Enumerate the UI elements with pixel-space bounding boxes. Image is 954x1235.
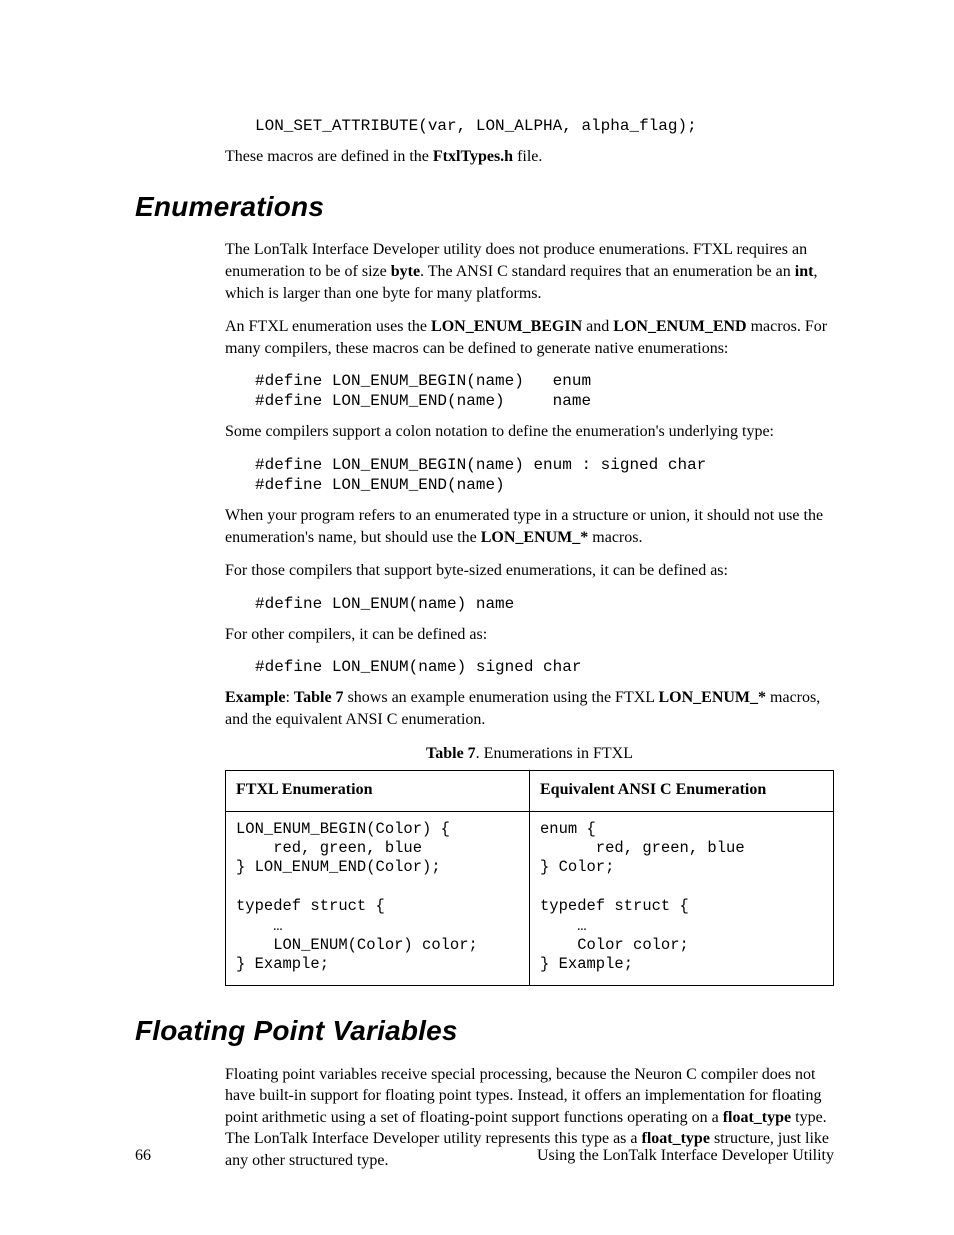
code-cell-ftxl: LON_ENUM_BEGIN(Color) { red, green, blue… — [236, 820, 519, 975]
filename-bold: FtxlTypes.h — [433, 148, 513, 165]
table-cell-ftxl: LON_ENUM_BEGIN(Color) { red, green, blue… — [226, 811, 530, 985]
heading-floating-point: Floating Point Variables — [135, 1012, 834, 1050]
section-enumerations-body: The LonTalk Interface Developer utility … — [225, 239, 834, 985]
keyword-byte: byte — [391, 263, 420, 280]
macro-name: LON_ENUM_* — [481, 529, 589, 546]
code-block-define2: #define LON_ENUM_BEGIN(name) enum : sign… — [255, 455, 834, 495]
table-header-ansic: Equivalent ANSI C Enumeration — [530, 771, 834, 812]
text: file. — [513, 148, 542, 165]
code-block-top: LON_SET_ATTRIBUTE(var, LON_ALPHA, alpha_… — [255, 116, 834, 136]
text: shows an example enumeration using the F… — [344, 689, 659, 706]
paragraph: Some compilers support a colon notation … — [225, 421, 834, 443]
table-reference: Table 7 — [294, 689, 344, 706]
footer-title: Using the LonTalk Interface Developer Ut… — [537, 1145, 834, 1167]
page-number: 66 — [135, 1145, 151, 1167]
paragraph: An FTXL enumeration uses the LON_ENUM_BE… — [225, 316, 834, 359]
example-label: Example — [225, 689, 285, 706]
page-footer: 66 Using the LonTalk Interface Developer… — [135, 1145, 834, 1167]
body-column: LON_SET_ATTRIBUTE(var, LON_ALPHA, alpha_… — [225, 116, 834, 168]
table-cell-ansic: enum { red, green, blue } Color; typedef… — [530, 811, 834, 985]
paragraph-example: Example: Table 7 shows an example enumer… — [225, 687, 834, 730]
table-enumerations: FTXL Enumeration Equivalent ANSI C Enume… — [225, 770, 834, 986]
text: : — [285, 689, 293, 706]
table-caption-text: . Enumerations in FTXL — [476, 745, 633, 762]
table-header-row: FTXL Enumeration Equivalent ANSI C Enume… — [226, 771, 834, 812]
code-block-define4: #define LON_ENUM(name) signed char — [255, 657, 834, 677]
table-number: Table 7 — [426, 745, 476, 762]
macro-name: LON_ENUM_BEGIN — [431, 318, 582, 335]
table-caption: Table 7. Enumerations in FTXL — [225, 743, 834, 765]
table-row: LON_ENUM_BEGIN(Color) { red, green, blue… — [226, 811, 834, 985]
paragraph: For those compilers that support byte-si… — [225, 560, 834, 582]
text: macros. — [588, 529, 642, 546]
code-block-define3: #define LON_ENUM(name) name — [255, 594, 834, 614]
code-cell-ansic: enum { red, green, blue } Color; typedef… — [540, 820, 823, 975]
text: An FTXL enumeration uses the — [225, 318, 431, 335]
paragraph-top: These macros are defined in the FtxlType… — [225, 146, 834, 168]
document-page: LON_SET_ATTRIBUTE(var, LON_ALPHA, alpha_… — [0, 0, 954, 1235]
text: These macros are defined in the — [225, 148, 433, 165]
table-header-ftxl: FTXL Enumeration — [226, 771, 530, 812]
type-name: float_type — [723, 1109, 791, 1126]
paragraph: When your program refers to an enumerate… — [225, 505, 834, 548]
macro-name: LON_ENUM_END — [613, 318, 746, 335]
paragraph: The LonTalk Interface Developer utility … — [225, 239, 834, 304]
macro-name: LON_ENUM_* — [658, 689, 766, 706]
heading-enumerations: Enumerations — [135, 188, 834, 226]
paragraph: For other compilers, it can be defined a… — [225, 624, 834, 646]
code-block-define1: #define LON_ENUM_BEGIN(name) enum #defin… — [255, 371, 834, 411]
text: . The ANSI C standard requires that an e… — [420, 263, 795, 280]
keyword-int: int — [795, 263, 814, 280]
text: and — [582, 318, 613, 335]
